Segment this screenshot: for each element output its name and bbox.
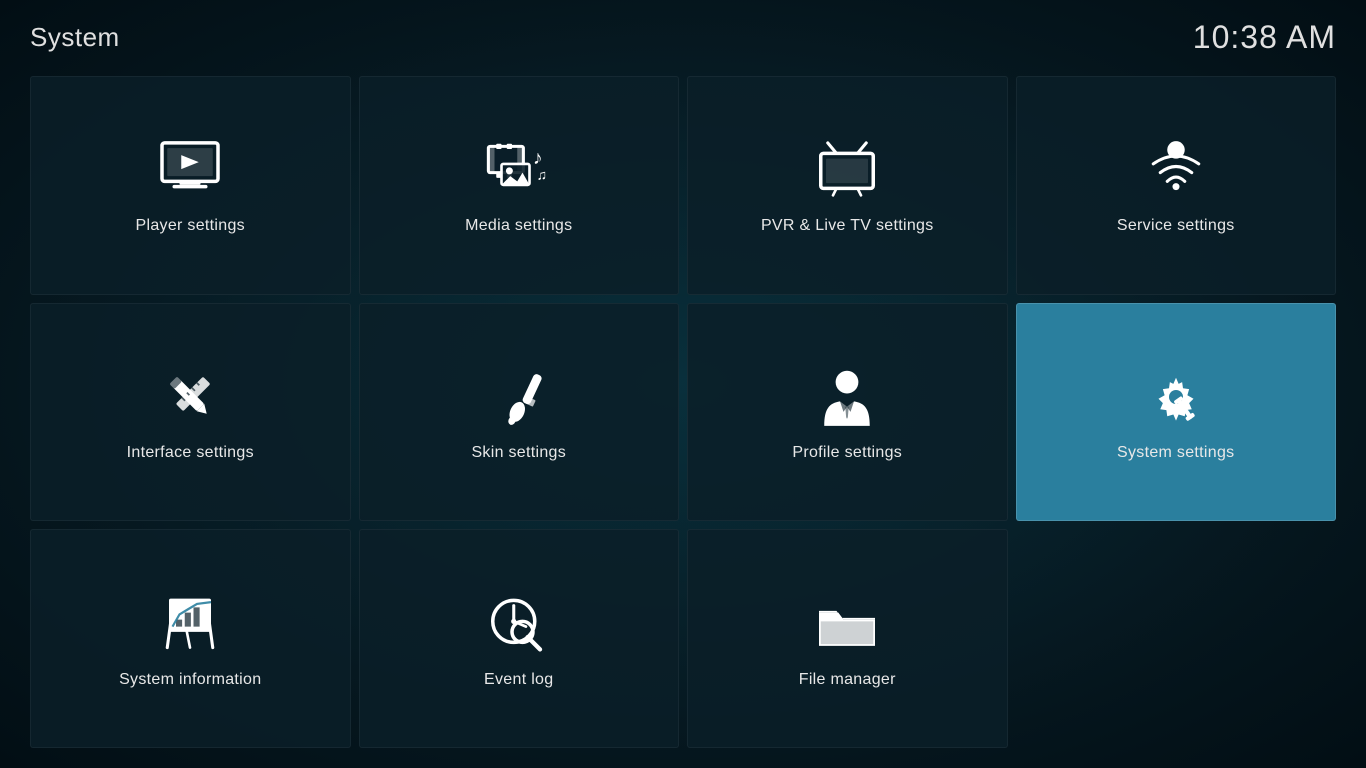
- media-icon: ♪ ♫: [484, 135, 554, 205]
- tile-interface-settings[interactable]: Interface settings: [30, 303, 351, 522]
- file-manager-label: File manager: [789, 671, 906, 689]
- empty-tile: [1016, 529, 1337, 748]
- tile-system-settings[interactable]: System settings: [1016, 303, 1337, 522]
- pvr-settings-label: PVR & Live TV settings: [751, 217, 944, 235]
- eventlog-icon: [484, 589, 554, 659]
- tile-file-manager[interactable]: File manager: [687, 529, 1008, 748]
- player-settings-label: Player settings: [126, 217, 255, 235]
- tile-event-log[interactable]: Event log: [359, 529, 680, 748]
- tile-profile-settings[interactable]: Profile settings: [687, 303, 1008, 522]
- app-header: System 10:38 AM: [0, 0, 1366, 68]
- tile-system-information[interactable]: System information: [30, 529, 351, 748]
- player-icon: [155, 135, 225, 205]
- clock-display: 10:38 AM: [1193, 19, 1336, 56]
- profile-icon: [812, 362, 882, 432]
- skin-settings-label: Skin settings: [461, 444, 576, 462]
- interface-settings-label: Interface settings: [117, 444, 264, 462]
- tile-service-settings[interactable]: Service settings: [1016, 76, 1337, 295]
- tile-player-settings[interactable]: Player settings: [30, 76, 351, 295]
- system-information-label: System information: [109, 671, 271, 689]
- tile-media-settings[interactable]: ♪ ♫ Media settings: [359, 76, 680, 295]
- service-icon: [1141, 135, 1211, 205]
- settings-grid: Player settings ♪ ♫ Media settin: [0, 68, 1366, 768]
- filemanager-icon: [812, 589, 882, 659]
- profile-settings-label: Profile settings: [782, 444, 912, 462]
- media-settings-label: Media settings: [455, 217, 582, 235]
- sysinfo-icon: [155, 589, 225, 659]
- pvr-icon: [812, 135, 882, 205]
- interface-icon: [155, 362, 225, 432]
- system-icon: [1141, 362, 1211, 432]
- event-log-label: Event log: [474, 671, 563, 689]
- svg-text:♪: ♪: [533, 148, 543, 169]
- system-settings-label: System settings: [1107, 444, 1244, 462]
- service-settings-label: Service settings: [1107, 217, 1245, 235]
- svg-text:♫: ♫: [536, 167, 547, 183]
- page-title: System: [30, 22, 120, 53]
- tile-skin-settings[interactable]: Skin settings: [359, 303, 680, 522]
- skin-icon: [484, 362, 554, 432]
- tile-pvr-settings[interactable]: PVR & Live TV settings: [687, 76, 1008, 295]
